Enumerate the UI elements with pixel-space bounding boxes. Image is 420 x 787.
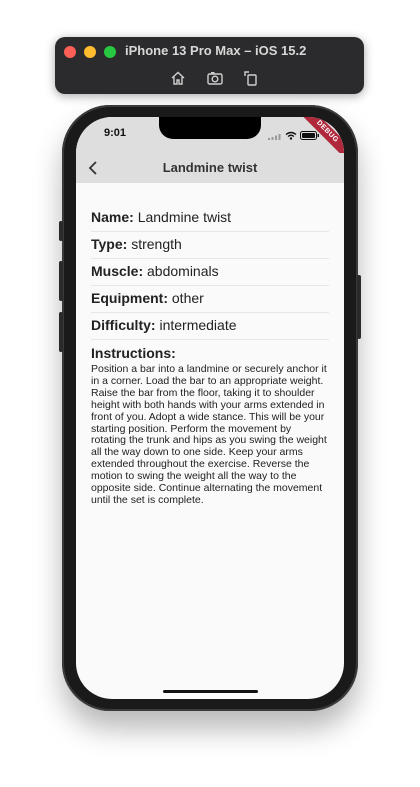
exercise-details: Name: Landmine twist Type: strength Musc… bbox=[91, 205, 329, 507]
muscle-value: abdominals bbox=[147, 263, 219, 279]
simulator-toolbar: iPhone 13 Pro Max – iOS 15.2 bbox=[55, 37, 364, 94]
instructions-label: Instructions: bbox=[91, 345, 176, 361]
name-value: Landmine twist bbox=[137, 209, 232, 225]
power-button bbox=[357, 275, 361, 339]
equipment-value: other bbox=[171, 290, 204, 306]
status-icons bbox=[268, 127, 320, 145]
page-title: Landmine twist bbox=[162, 160, 258, 175]
close-window-button[interactable] bbox=[64, 46, 76, 58]
wifi-icon bbox=[285, 127, 297, 145]
type-label: Type: bbox=[91, 236, 128, 252]
app-bar: Landmine twist bbox=[76, 153, 344, 183]
difficulty-value: intermediate bbox=[159, 317, 237, 333]
notch bbox=[159, 117, 261, 139]
volume-down-button bbox=[59, 312, 63, 352]
simulator-title: iPhone 13 Pro Max – iOS 15.2 bbox=[125, 43, 307, 58]
phone-screen: 9:01 DEBUG Landmine twist Name: Landmine… bbox=[76, 117, 344, 699]
detail-row-type: Type: strength bbox=[91, 232, 329, 259]
status-bar: 9:01 DEBUG bbox=[76, 117, 344, 161]
detail-row-name: Name: Landmine twist bbox=[91, 205, 329, 232]
detail-row-difficulty: Difficulty: intermediate bbox=[91, 313, 329, 340]
status-time: 9:01 bbox=[104, 127, 127, 139]
minimize-window-button[interactable] bbox=[84, 46, 96, 58]
screenshot-icon[interactable] bbox=[206, 69, 224, 87]
name-label: Name: bbox=[91, 209, 134, 225]
volume-up-button bbox=[59, 261, 63, 301]
instructions-text: Position a bar into a landmine or secure… bbox=[91, 363, 327, 506]
phone-frame: 9:01 DEBUG Landmine twist Name: Landmine… bbox=[59, 105, 361, 711]
home-icon[interactable] bbox=[169, 69, 187, 87]
equipment-label: Equipment: bbox=[91, 290, 168, 306]
zoom-window-button[interactable] bbox=[104, 46, 116, 58]
rotate-icon[interactable] bbox=[242, 69, 260, 87]
home-indicator[interactable] bbox=[163, 690, 258, 693]
detail-row-muscle: Muscle: abdominals bbox=[91, 259, 329, 286]
type-value: strength bbox=[131, 236, 182, 252]
detail-row-equipment: Equipment: other bbox=[91, 286, 329, 313]
difficulty-label: Difficulty: bbox=[91, 317, 156, 333]
muscle-label: Muscle: bbox=[91, 263, 144, 279]
mute-switch bbox=[59, 221, 63, 241]
signal-icon bbox=[268, 127, 282, 145]
